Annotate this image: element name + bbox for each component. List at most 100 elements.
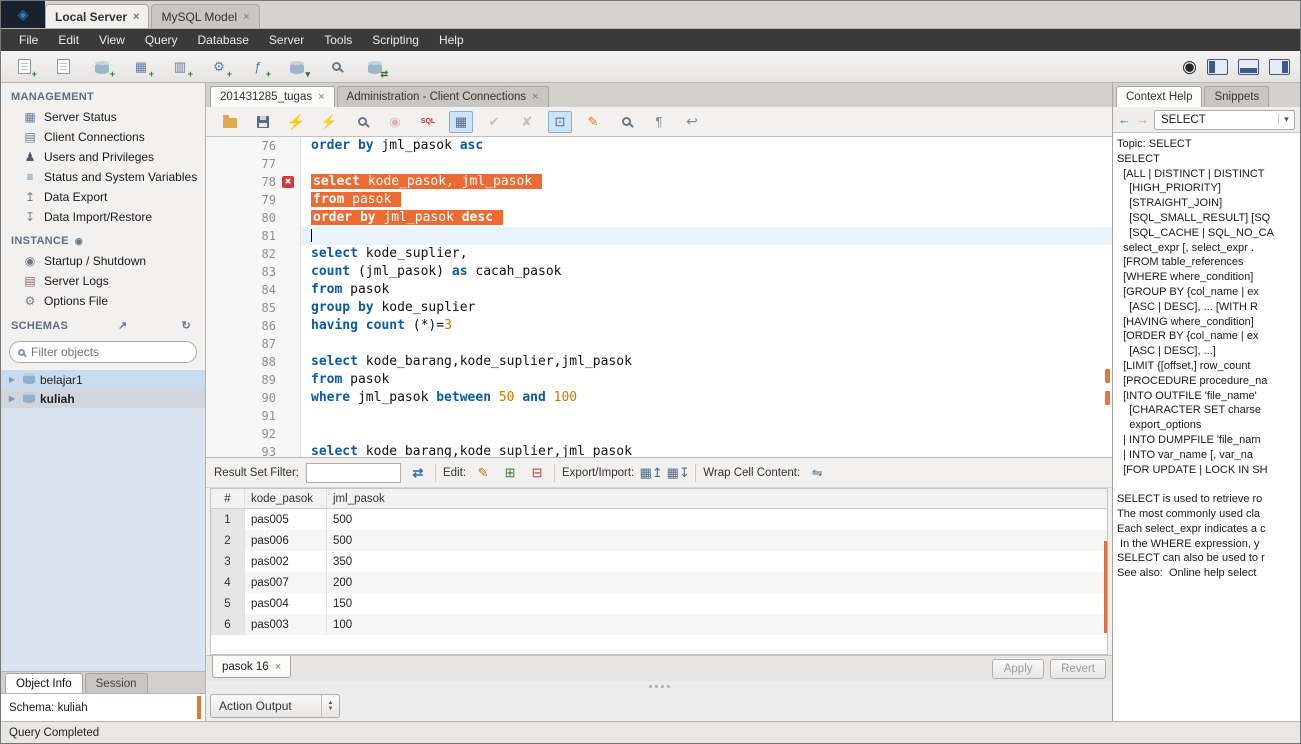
create-view-icon[interactable]: ▥ +: [167, 55, 193, 79]
close-icon[interactable]: ×: [243, 11, 249, 23]
create-schema-icon[interactable]: +: [89, 55, 115, 79]
insert-row-icon[interactable]: ⊞: [500, 463, 520, 483]
apply-button[interactable]: Apply: [992, 659, 1045, 679]
execute-icon[interactable]: ⚡: [284, 111, 308, 133]
app-icon[interactable]: ◈: [1, 1, 45, 28]
code-line-79[interactable]: 79 from pasok: [206, 191, 1112, 209]
panel-splitter[interactable]: [206, 681, 1112, 691]
chevron-right-icon[interactable]: ▶: [9, 375, 18, 384]
search-objects-icon[interactable]: [323, 55, 349, 79]
edit-cell-icon[interactable]: ✎: [473, 463, 493, 483]
find-icon[interactable]: [614, 111, 638, 133]
code-line-82[interactable]: 82 select kode_suplier,: [206, 245, 1112, 263]
new-sql-tab-icon[interactable]: +: [11, 55, 37, 79]
table-row[interactable]: 4 pas007 200: [211, 572, 1107, 593]
toggle-right-sidebar-icon[interactable]: [1269, 58, 1290, 75]
execute-current-icon[interactable]: ⚡: [317, 111, 341, 133]
toggle-left-sidebar-icon[interactable]: [1207, 58, 1228, 75]
menu-query[interactable]: Query: [135, 30, 188, 50]
create-function-icon[interactable]: ƒ +: [245, 55, 271, 79]
close-icon[interactable]: ×: [275, 661, 281, 673]
code-line-92[interactable]: 92: [206, 425, 1112, 443]
menu-tools[interactable]: Tools: [314, 30, 362, 50]
editor-tab-administration-client-connections[interactable]: Administration - Client Connections ×: [336, 86, 549, 107]
code-line-88[interactable]: 88 select kode_barang,kode_suplier,jml_pa…: [206, 353, 1112, 371]
code-line-78[interactable]: 78 ✖ select kode_pasok, jml_pasok: [206, 173, 1112, 191]
result-set-tab[interactable]: pasok 16 ×: [212, 656, 292, 678]
menu-scripting[interactable]: Scripting: [362, 30, 429, 50]
menu-view[interactable]: View: [89, 30, 135, 50]
import-records-icon[interactable]: ▦↧: [667, 463, 690, 483]
beautify-icon[interactable]: ✎: [581, 111, 605, 133]
expand-schemas-icon[interactable]: ↗: [114, 319, 132, 332]
action-output-selector[interactable]: Action Output ▲ ▼: [210, 694, 340, 718]
sidebar-item-options-file[interactable]: ⚙ Options File: [1, 291, 205, 311]
tab-snippets[interactable]: Snippets: [1204, 86, 1270, 107]
column-header-num[interactable]: #: [211, 489, 245, 508]
column-header-kode_pasok[interactable]: kode_pasok: [245, 489, 327, 508]
menu-server[interactable]: Server: [259, 30, 314, 50]
refresh-results-icon[interactable]: ⇄: [408, 463, 428, 483]
sidebar-item-status-and-system-variables[interactable]: ≡ Status and System Variables: [1, 167, 205, 187]
schema-item-kuliah[interactable]: ▶ kuliah: [1, 389, 205, 408]
data-search-icon[interactable]: ▾: [284, 55, 310, 79]
commit-icon[interactable]: ✔: [482, 111, 506, 133]
table-row[interactable]: 3 pas002 350: [211, 551, 1107, 572]
notifications-icon[interactable]: ◉: [1182, 58, 1197, 75]
wrap-text-icon[interactable]: ↩: [680, 111, 704, 133]
code-line-93[interactable]: 93 select kode_barang,kode_suplier,jml_pa…: [206, 443, 1112, 457]
rollback-icon[interactable]: ✘: [515, 111, 539, 133]
sidebar-item-server-logs[interactable]: ▤ Server Logs: [1, 271, 205, 291]
sidebar-item-data-import-restore[interactable]: ↧ Data Import/Restore: [1, 207, 205, 227]
code-line-87[interactable]: 87: [206, 335, 1112, 353]
close-icon[interactable]: ×: [532, 91, 538, 103]
invisibles-icon[interactable]: ¶: [647, 111, 671, 133]
create-table-icon[interactable]: ▦ +: [128, 55, 154, 79]
reconnect-database-icon[interactable]: ⇄: [362, 55, 388, 79]
code-line-80[interactable]: 80 order by jml_pasok desc: [206, 209, 1112, 227]
code-line-84[interactable]: 84 from pasok: [206, 281, 1112, 299]
tab-session[interactable]: Session: [84, 673, 148, 693]
splitter-handle[interactable]: [197, 696, 201, 719]
sidebar-item-client-connections[interactable]: ▤ Client Connections: [1, 127, 205, 147]
column-header-jml_pasok[interactable]: jml_pasok: [327, 489, 1107, 508]
code-line-81[interactable]: 81: [206, 227, 1112, 245]
table-row[interactable]: 5 pas004 150: [211, 593, 1107, 614]
editor-tab-201431285-tugas[interactable]: 201431285_tugas ×: [210, 86, 335, 107]
sidebar-item-startup-shutdown[interactable]: ◉ Startup / Shutdown: [1, 251, 205, 271]
wrap-cell-content-icon[interactable]: ⇋: [807, 463, 827, 483]
sidebar-item-users-and-privileges[interactable]: ♟ Users and Privileges: [1, 147, 205, 167]
autocommit-icon[interactable]: ⊡: [548, 110, 572, 133]
sidebar-item-server-status[interactable]: ▦ Server Status: [1, 107, 205, 127]
code-line-90[interactable]: 90 where jml_pasok between 50 and 100: [206, 389, 1112, 407]
code-line-91[interactable]: 91: [206, 407, 1112, 425]
window-tab-local-server[interactable]: Local Server ×: [45, 4, 150, 28]
close-icon[interactable]: ×: [318, 91, 324, 103]
tab-context-help[interactable]: Context Help: [1116, 86, 1203, 107]
table-row[interactable]: 1 pas005 500: [211, 509, 1107, 530]
code-line-86[interactable]: 86 having count (*)=3: [206, 317, 1112, 335]
back-arrow-icon[interactable]: ←: [1118, 112, 1131, 127]
stop-on-error-icon[interactable]: SQL: [416, 111, 440, 133]
code-line-83[interactable]: 83 count (jml_pasok) as cacah_pasok: [206, 263, 1112, 281]
tab-object-info[interactable]: Object Info: [5, 673, 83, 693]
code-line-76[interactable]: 76 order by jml_pasok asc: [206, 137, 1112, 155]
menu-edit[interactable]: Edit: [48, 30, 89, 50]
toggle-output-area-icon[interactable]: [1238, 58, 1259, 75]
close-icon[interactable]: ×: [133, 11, 139, 23]
open-sql-script-icon[interactable]: [50, 55, 76, 79]
refresh-schemas-icon[interactable]: ↻: [177, 319, 195, 332]
chevron-right-icon[interactable]: ▶: [9, 394, 18, 403]
forward-arrow-icon[interactable]: →: [1136, 112, 1149, 127]
sidebar-item-data-export[interactable]: ↥ Data Export: [1, 187, 205, 207]
scroll-error-marker[interactable]: [1105, 369, 1110, 383]
result-filter-input[interactable]: [306, 462, 401, 483]
schema-item-belajar1[interactable]: ▶ belajar1: [1, 370, 205, 389]
export-recordset-icon[interactable]: ▦↥: [640, 463, 663, 483]
explain-icon[interactable]: [350, 111, 374, 133]
scroll-error-marker[interactable]: [1105, 391, 1110, 405]
schema-filter-input[interactable]: [31, 345, 188, 359]
spinner-icon[interactable]: ▲ ▼: [321, 695, 339, 717]
table-row[interactable]: 6 pas003 100: [211, 614, 1107, 635]
menu-help[interactable]: Help: [429, 30, 474, 50]
